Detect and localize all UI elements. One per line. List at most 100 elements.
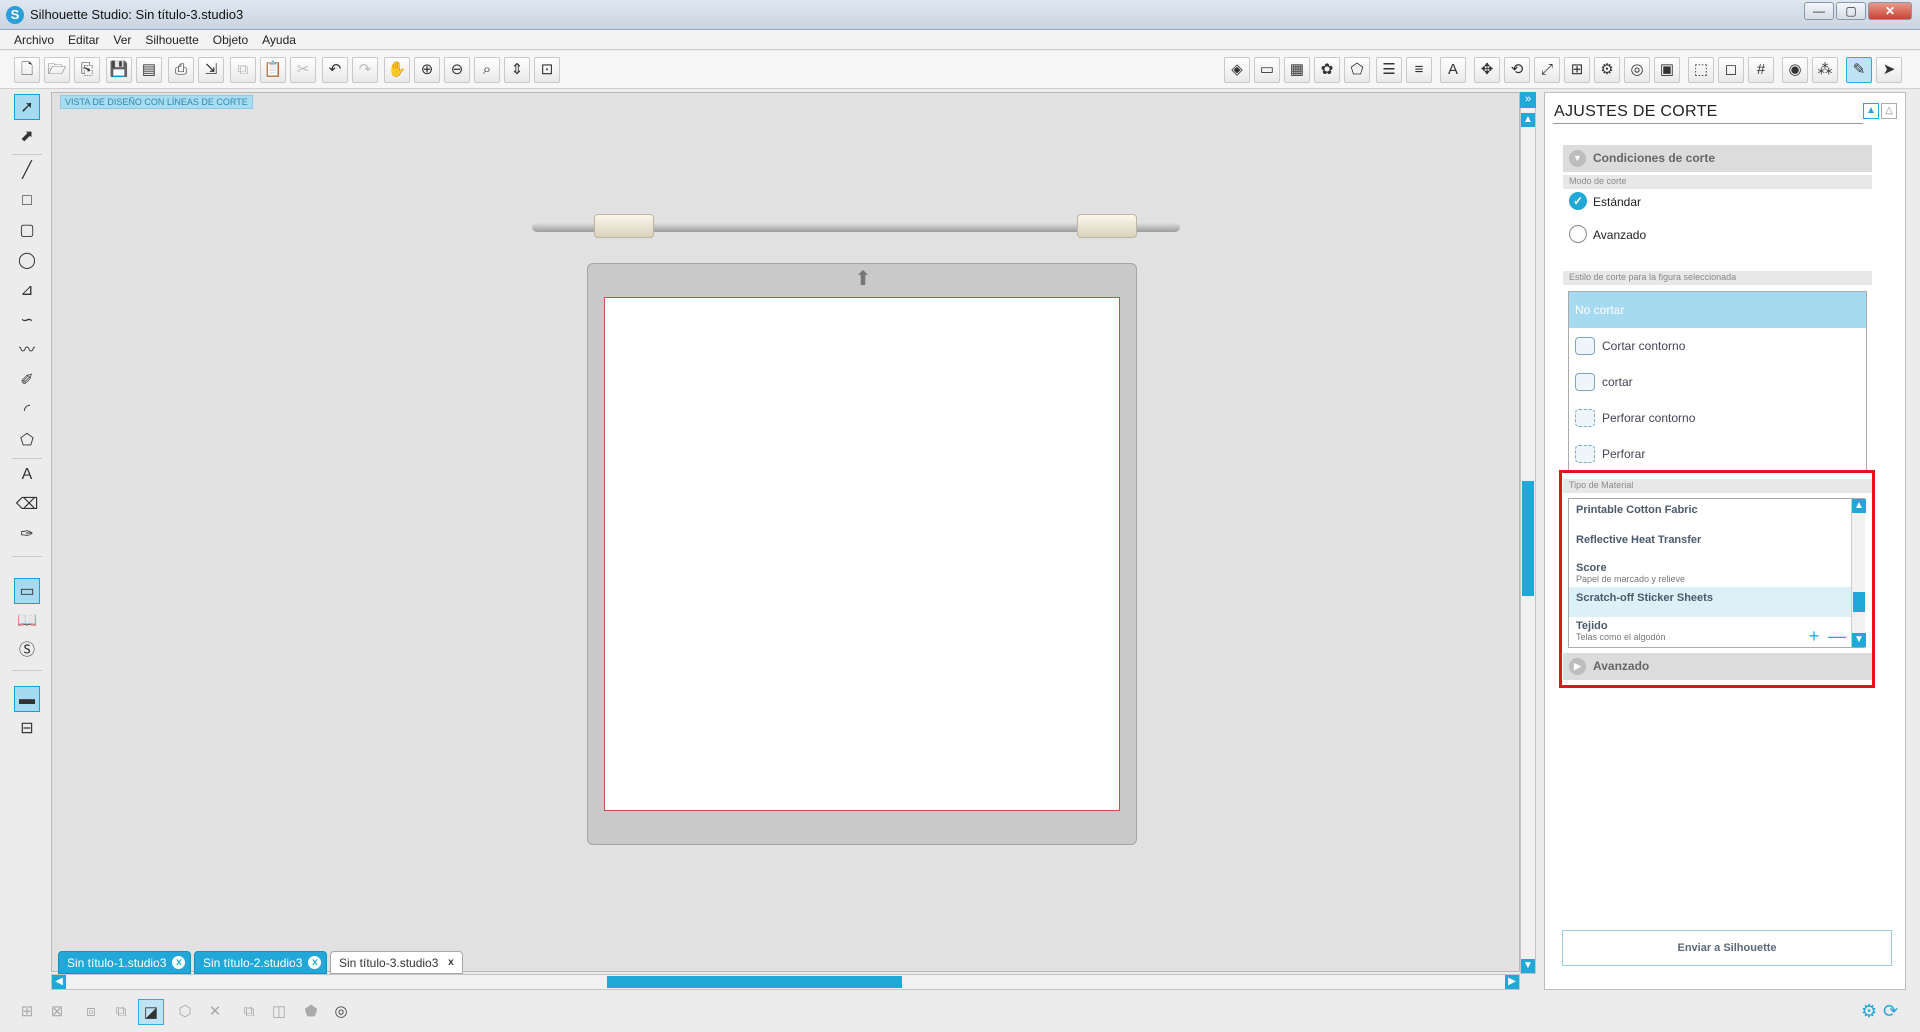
make-compound-icon[interactable]: ⧈ bbox=[78, 999, 104, 1025]
ungroup-icon[interactable]: ⊠ bbox=[44, 999, 70, 1025]
gear-icon[interactable]: ⚙ bbox=[1861, 1002, 1879, 1020]
redo-icon[interactable]: ↷ bbox=[352, 57, 378, 83]
line-style-icon[interactable]: ≡ bbox=[1406, 57, 1432, 83]
fill-color-icon[interactable]: ◈ bbox=[1224, 57, 1250, 83]
save-library-icon[interactable]: ▤ bbox=[136, 57, 162, 83]
cut-conditions-header[interactable]: ▼ Condiciones de corte bbox=[1563, 145, 1872, 172]
nest-icon[interactable]: ◎ bbox=[1624, 57, 1650, 83]
mode-advanced-label[interactable]: Avanzado bbox=[1593, 228, 1646, 242]
align-icon[interactable]: ⊞ bbox=[1564, 57, 1590, 83]
doc-tab[interactable]: Sin título-1.studio3 x bbox=[58, 951, 192, 974]
eraser-tool-icon[interactable]: ⌫ bbox=[14, 492, 40, 518]
rounded-rectangle-icon[interactable]: ▢ bbox=[14, 218, 40, 244]
line-tool-icon[interactable]: ╱ bbox=[14, 158, 40, 184]
online-store-icon[interactable]: Ⓢ bbox=[14, 638, 40, 664]
style-cut[interactable]: cortar bbox=[1569, 364, 1866, 400]
page-settings-icon[interactable]: ▭ bbox=[1254, 57, 1280, 83]
send-to-silhouette-button[interactable]: Enviar a Silhouette bbox=[1562, 930, 1892, 966]
print-icon[interactable]: ⎙ bbox=[168, 57, 194, 83]
menu-editar[interactable]: Editar bbox=[61, 30, 106, 50]
regular-polygon-icon[interactable]: ⬠ bbox=[14, 428, 40, 454]
style-cut-edge[interactable]: Cortar contorno bbox=[1569, 328, 1866, 364]
expand-panel-icon[interactable]: » bbox=[1520, 92, 1536, 108]
design-canvas[interactable]: VISTA DE DISEÑO CON LÍNEAS DE CORTE ⬆ bbox=[51, 92, 1520, 972]
curve-tool-icon[interactable]: ∽ bbox=[14, 308, 40, 334]
text-tool-icon[interactable]: A bbox=[14, 462, 40, 488]
menu-ayuda[interactable]: Ayuda bbox=[255, 30, 303, 50]
fit-page-icon[interactable]: ⊡ bbox=[534, 57, 560, 83]
new-icon[interactable]: 🗋 bbox=[14, 57, 40, 83]
vertical-scroll-thumb[interactable] bbox=[1522, 481, 1534, 596]
fill-pattern-icon[interactable]: ▦ bbox=[1284, 57, 1310, 83]
zoom-drag-icon[interactable]: ⇕ bbox=[504, 57, 530, 83]
polygon-tool-icon[interactable]: ⊿ bbox=[14, 278, 40, 304]
single-view-icon[interactable]: ▬ bbox=[14, 686, 40, 712]
close-tab-icon[interactable]: x bbox=[172, 956, 186, 969]
point-edit-icon[interactable]: ⬈ bbox=[14, 124, 40, 150]
print-cut-icon[interactable]: ⇲ bbox=[198, 57, 224, 83]
arc-tool-icon[interactable]: ◜ bbox=[14, 398, 40, 424]
doc-tab[interactable]: Sin título-2.studio3 x bbox=[194, 951, 328, 974]
style-no-cut[interactable]: No cortar bbox=[1569, 292, 1866, 328]
group-icon[interactable]: ⊞ bbox=[14, 999, 40, 1025]
scroll-up-icon[interactable]: ▲ bbox=[1521, 113, 1535, 127]
rotate-icon[interactable]: ⟲ bbox=[1504, 57, 1530, 83]
knife-tool-icon[interactable]: ✑ bbox=[14, 522, 40, 548]
release-compound-icon[interactable]: ⧉ bbox=[108, 999, 134, 1025]
minimize-button[interactable]: — bbox=[1804, 2, 1834, 20]
vertical-scrollbar[interactable]: ▲ ▼ bbox=[1520, 92, 1536, 974]
grid-icon[interactable]: # bbox=[1748, 57, 1774, 83]
library-icon[interactable]: 📖 bbox=[14, 608, 40, 634]
split-view-icon[interactable]: ⊟ bbox=[14, 716, 40, 742]
bring-front-icon[interactable]: ◪ bbox=[138, 999, 164, 1025]
horizontal-scroll-thumb[interactable] bbox=[607, 976, 902, 988]
delete-icon[interactable]: ✕ bbox=[202, 999, 228, 1025]
scroll-left-icon[interactable]: ◀ bbox=[52, 975, 66, 989]
zoom-out-icon[interactable]: ⊖ bbox=[444, 57, 470, 83]
cut-settings-icon[interactable]: ✎ bbox=[1846, 57, 1872, 83]
line-color-icon[interactable]: ☰ bbox=[1376, 57, 1402, 83]
transform-icon[interactable]: ✥ bbox=[1474, 57, 1500, 83]
send-back-icon[interactable]: ◫ bbox=[266, 999, 292, 1025]
rectangle-tool-icon[interactable]: □ bbox=[14, 188, 40, 214]
weld-icon[interactable]: ⬡ bbox=[172, 999, 198, 1025]
menu-silhouette[interactable]: Silhouette bbox=[138, 30, 205, 50]
close-tab-icon[interactable]: x bbox=[308, 956, 322, 969]
shape-icon[interactable]: ⬟ bbox=[298, 999, 324, 1025]
shadow-icon[interactable]: ⬠ bbox=[1344, 57, 1370, 83]
cut-area[interactable] bbox=[604, 297, 1120, 811]
mode-standard-label[interactable]: Estándar bbox=[1593, 195, 1641, 209]
panel-detach-icon[interactable]: △ bbox=[1881, 103, 1897, 119]
paste-icon[interactable]: 📋 bbox=[260, 57, 286, 83]
pan-icon[interactable]: ✋ bbox=[384, 57, 410, 83]
text-style-icon[interactable]: A bbox=[1440, 57, 1466, 83]
ellipse-tool-icon[interactable]: ◯ bbox=[14, 248, 40, 274]
duplicate-icon[interactable]: ⧉ bbox=[236, 999, 262, 1025]
freehand-tool-icon[interactable]: 〰 bbox=[14, 338, 40, 364]
trace-icon[interactable]: ◻ bbox=[1718, 57, 1744, 83]
mode-advanced-radio[interactable] bbox=[1569, 225, 1587, 243]
select-icon[interactable]: ➚ bbox=[14, 94, 40, 120]
panel-collapse-icon[interactable]: ▲ bbox=[1863, 103, 1879, 119]
copy-icon[interactable]: ⧉ bbox=[230, 57, 256, 83]
menu-ver[interactable]: Ver bbox=[106, 30, 138, 50]
doc-tab-active[interactable]: Sin título-3.studio3 x bbox=[330, 951, 464, 974]
sync-icon[interactable]: ⟳ bbox=[1883, 1002, 1901, 1020]
open-icon[interactable]: 🗁 bbox=[44, 57, 70, 83]
design-view-icon[interactable]: ▭ bbox=[14, 578, 40, 604]
close-tab-icon[interactable]: x bbox=[444, 956, 457, 969]
save-icon[interactable]: 💾 bbox=[106, 57, 132, 83]
zoom-in-icon[interactable]: ⊕ bbox=[414, 57, 440, 83]
modify-icon[interactable]: ▣ bbox=[1654, 57, 1680, 83]
scale-icon[interactable]: ⤢ bbox=[1534, 57, 1560, 83]
open-library-icon[interactable]: ⎘ bbox=[74, 57, 100, 83]
send-cutter-icon[interactable]: ➤ bbox=[1876, 57, 1902, 83]
mode-standard-radio[interactable]: ✓ bbox=[1569, 192, 1587, 210]
menu-objeto[interactable]: Objeto bbox=[206, 30, 255, 50]
smooth-freehand-icon[interactable]: ✐ bbox=[14, 368, 40, 394]
horizontal-scrollbar[interactable]: ◀ ▶ bbox=[51, 974, 1520, 990]
registration-icon[interactable]: ◉ bbox=[1782, 57, 1808, 83]
maximize-button[interactable]: ▢ bbox=[1836, 2, 1866, 20]
style-perforate[interactable]: Perforar bbox=[1569, 436, 1866, 472]
zoom-select-icon[interactable]: ⌕ bbox=[474, 57, 500, 83]
